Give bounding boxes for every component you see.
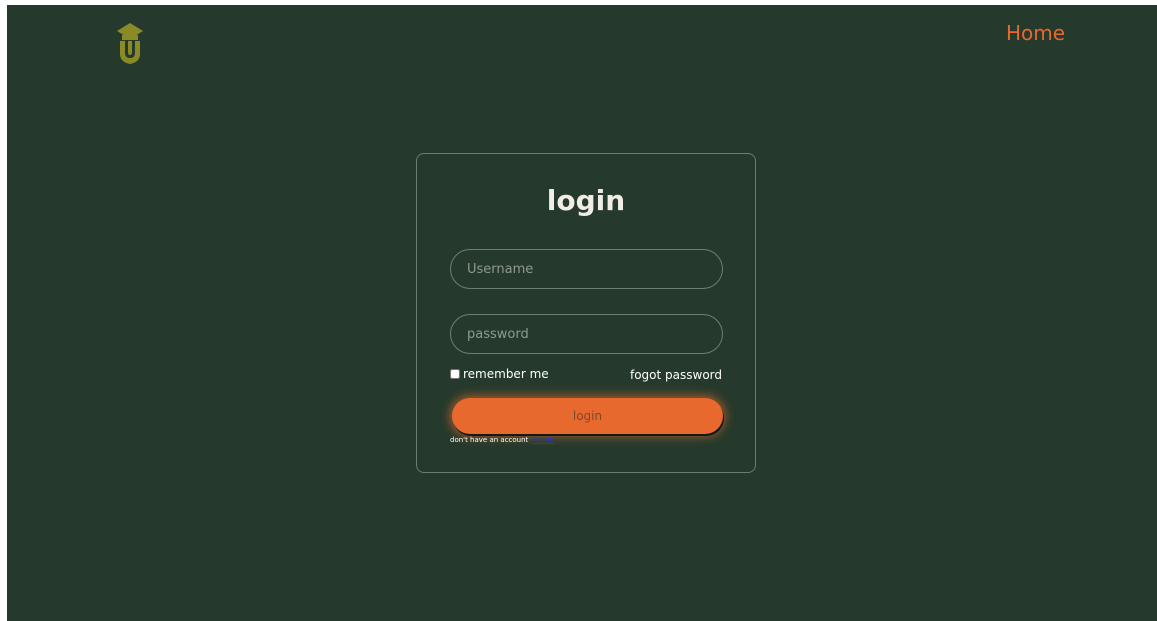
signup-link[interactable]: signup: [531, 436, 554, 444]
login-card: login remember me fogot password login d…: [416, 153, 756, 473]
password-input[interactable]: [450, 314, 723, 354]
login-button[interactable]: login: [452, 398, 723, 434]
page: Home login remember me fogot password lo…: [7, 5, 1157, 621]
logo-icon: [117, 23, 143, 64]
remember-me-label: remember me: [463, 367, 549, 381]
remember-me[interactable]: remember me: [450, 367, 549, 381]
signup-prompt-text: don't have an account: [450, 436, 529, 444]
login-title: login: [546, 184, 626, 217]
signup-prompt: don't have an account signup: [450, 436, 554, 444]
nav-home-link[interactable]: Home: [1006, 21, 1065, 45]
username-input[interactable]: [450, 249, 723, 289]
forgot-password-link[interactable]: fogot password: [630, 368, 722, 382]
remember-me-checkbox[interactable]: [450, 369, 460, 379]
